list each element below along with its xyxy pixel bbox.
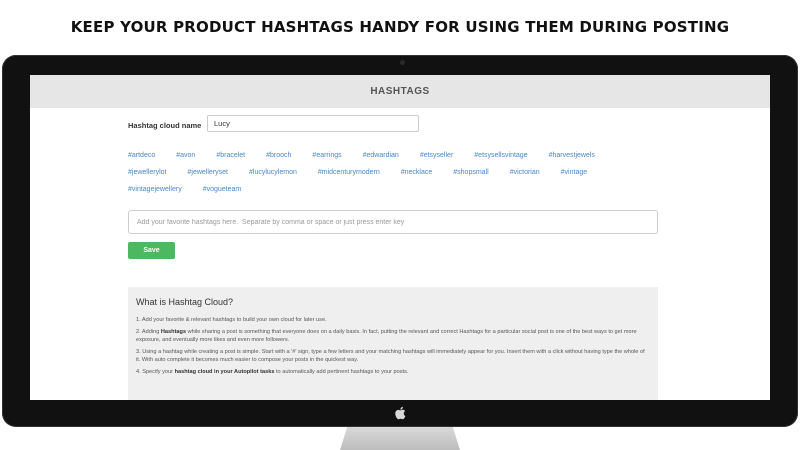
cloud-name-label: Hashtag cloud name	[128, 121, 202, 130]
page-headline: KEEP YOUR PRODUCT HASHTAGS HANDY FOR USI…	[70, 18, 730, 36]
page-title-bar: HASHTAGS	[30, 75, 770, 108]
hashtag-item[interactable]: #necklace	[401, 168, 433, 178]
info-item-4-text: 4. Specify your	[136, 369, 175, 375]
monitor-chin	[2, 398, 798, 427]
hashtag-item[interactable]: #midcenturymodern	[318, 168, 380, 178]
save-button[interactable]: Save	[128, 242, 175, 259]
hashtag-item[interactable]: #artdeco	[128, 151, 155, 161]
hashtag-item[interactable]: #victorian	[510, 168, 540, 178]
hashtag-item[interactable]: #harvestjewels	[549, 151, 595, 161]
hashtag-item[interactable]: #avon	[176, 151, 195, 161]
info-item-1: 1. Add your favorite & relevant hashtags…	[136, 317, 327, 323]
hashtag-item[interactable]: #etsyseller	[420, 151, 453, 161]
hashtag-form: Hashtag cloud name #artdeco #avon #bracele…	[30, 108, 770, 400]
info-panel: What is Hashtag Cloud? 1. Add your favor…	[128, 287, 658, 400]
info-title: What is Hashtag Cloud?	[136, 297, 234, 307]
info-item-4: 4. Specify your hashtag cloud in your Au…	[136, 368, 650, 376]
info-item-3: 3. Using a hashtag while creating a post…	[136, 349, 645, 363]
hashtag-item[interactable]: #vintage	[561, 168, 587, 178]
monitor-stand	[340, 427, 460, 450]
monitor-frame: HASHTAGS Hashtag cloud name #artdeco #avo…	[2, 55, 798, 427]
info-item-2-text-end: while sharing a post is something that e…	[136, 329, 637, 343]
hashtag-item[interactable]: #vogueteam	[203, 185, 242, 195]
info-item-4-text-end: to automatically add pertinent hashtags …	[274, 369, 409, 375]
hashtag-item[interactable]: #etsysellsvintage	[474, 151, 527, 161]
info-item-2: 2. Adding Hashtags while sharing a post …	[136, 328, 650, 344]
info-item-4-bold: hashtag cloud in your Autopilot tasks	[174, 369, 275, 375]
hashtag-item[interactable]: #earrings	[312, 151, 341, 161]
hashtag-item[interactable]: #brooch	[266, 151, 291, 161]
page-title: HASHTAGS	[370, 86, 430, 97]
hashtag-item[interactable]: #jewellerylot	[128, 168, 167, 178]
hashtag-item[interactable]: #jewelleryset	[188, 168, 228, 178]
info-item-2-text: 2. Adding	[136, 329, 161, 335]
hashtag-item[interactable]: #bracelet	[216, 151, 245, 161]
apple-logo-icon	[394, 406, 406, 420]
cloud-name-input[interactable]	[207, 115, 419, 132]
camera-dot	[400, 60, 405, 65]
hashtag-list: #artdeco #avon #bracelet #brooch #earrings #e…	[128, 151, 658, 195]
info-item-2-bold: Hashtags	[160, 329, 187, 335]
hashtag-item[interactable]: #shopsmall	[453, 168, 488, 178]
hashtag-item[interactable]: #lucylucylemon	[249, 168, 297, 178]
app-screen: HASHTAGS Hashtag cloud name #artdeco #avo…	[30, 75, 770, 400]
hashtag-item[interactable]: #vintagejewellery	[128, 185, 182, 195]
hashtag-item[interactable]: #edwardian	[363, 151, 399, 161]
hashtag-input[interactable]	[128, 210, 658, 234]
